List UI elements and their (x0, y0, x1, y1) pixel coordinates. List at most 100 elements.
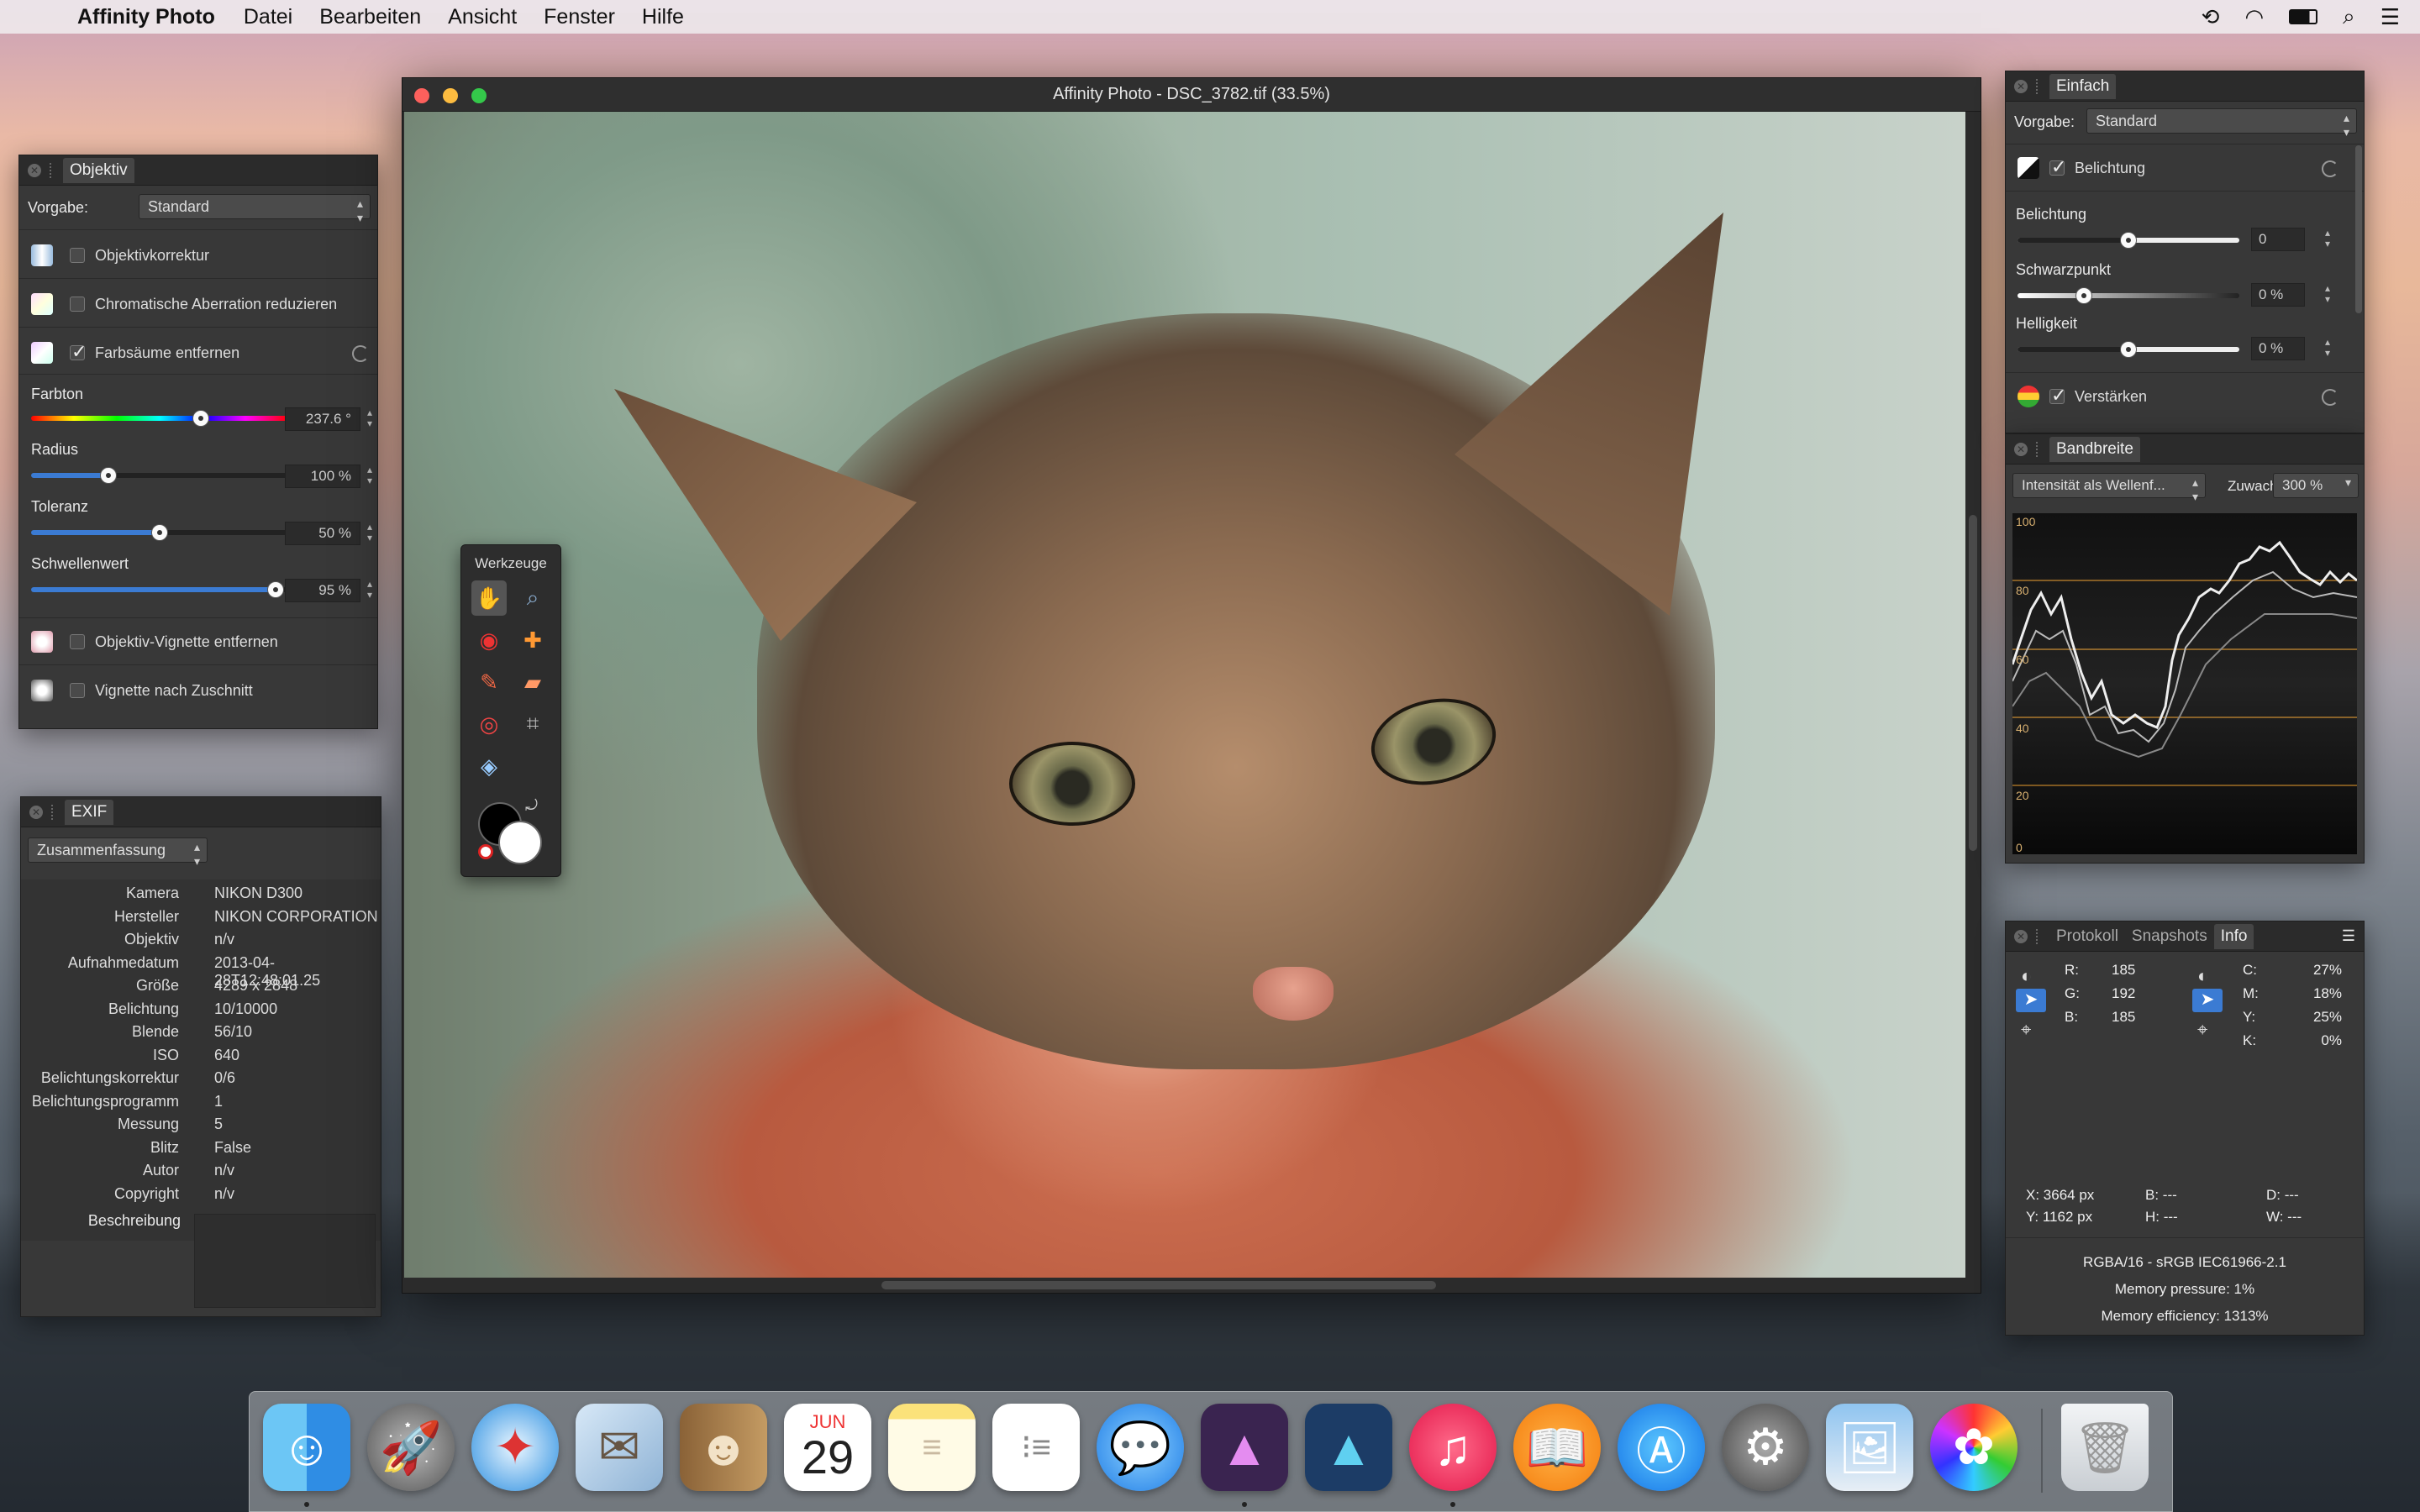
grip-icon[interactable] (2036, 78, 2043, 94)
horizontal-scrollbar[interactable] (881, 1281, 1436, 1289)
trash-icon[interactable]: 🗑 (2061, 1404, 2149, 1491)
safari-icon[interactable]: ✦ (471, 1404, 559, 1491)
color-picker-icon[interactable]: ◈ (471, 748, 507, 784)
option-chromatic-aberration[interactable]: Chromatische Aberration reduzieren (19, 291, 377, 317)
close-icon[interactable]: ✕ (28, 163, 41, 177)
farbton-stepper[interactable]: ▴ ▾ (362, 407, 377, 431)
clone-tool-icon[interactable]: ◎ (471, 706, 507, 742)
tab-snapshots[interactable]: Snapshots (2125, 924, 2214, 949)
hand-tool-icon[interactable]: ✋ (471, 580, 507, 616)
grip-icon[interactable] (50, 162, 56, 178)
radius-slider[interactable] (31, 467, 288, 484)
zoom-window-button[interactable] (471, 88, 487, 103)
belichtung-slider[interactable] (2018, 232, 2239, 249)
spotlight-icon[interactable]: ⌕ (2343, 3, 2355, 30)
option-objektivkorrektur[interactable]: Objektivkorrektur (19, 243, 377, 268)
tab-einfach[interactable]: Einfach (2049, 73, 2117, 99)
healing-brush-icon[interactable]: ✚ (515, 622, 550, 658)
secondary-color-swatch[interactable] (498, 821, 542, 864)
schwarzpunkt-stepper[interactable]: ▴ ▾ (2320, 283, 2335, 307)
preview-icon[interactable]: 🖼 (1826, 1404, 1913, 1491)
beschreibung-field[interactable] (194, 1214, 376, 1308)
close-icon[interactable]: ✕ (2014, 442, 2028, 456)
photo-canvas[interactable] (404, 112, 1965, 1278)
reset-icon[interactable] (2322, 160, 2338, 177)
tab-protokoll[interactable]: Protokoll (2049, 924, 2125, 949)
system-preferences-icon[interactable]: ⚙ (1722, 1404, 1809, 1491)
notification-center-icon[interactable]: ☰ (2381, 4, 2400, 30)
helligkeit-field[interactable]: 0 % (2251, 337, 2305, 360)
toleranz-knob[interactable] (151, 524, 168, 541)
paint-brush-icon[interactable]: ✎ (471, 664, 507, 700)
toleranz-stepper[interactable]: ▴ ▾ (362, 522, 377, 545)
affinity-designer-icon[interactable]: ▲ (1305, 1404, 1392, 1491)
toleranz-slider[interactable] (31, 524, 288, 541)
grip-icon[interactable] (2036, 928, 2043, 944)
chromatic-aberration-checkbox[interactable] (70, 297, 85, 312)
color-readout-icon[interactable]: ◐ (2021, 965, 2032, 987)
zoom-select[interactable]: 300 % ▾ (2273, 473, 2359, 498)
notes-icon[interactable]: ≡ (888, 1404, 976, 1491)
crop-tool-icon[interactable]: ⌗ (515, 706, 550, 742)
radius-stepper[interactable]: ▴ ▾ (362, 465, 377, 488)
belichtung-knob[interactable] (2120, 232, 2137, 249)
reminders-icon[interactable]: ⁝≡ (992, 1404, 1080, 1491)
close-window-button[interactable] (414, 88, 429, 103)
menu-hilfe[interactable]: Hilfe (642, 5, 684, 29)
pointer-target-icon[interactable]: ➤ (2016, 989, 2046, 1012)
exif-mode-select[interactable]: Zusammenfassung ▴ ▾ (28, 837, 208, 868)
close-icon[interactable]: ✕ (29, 805, 43, 819)
farbton-slider[interactable] (31, 410, 288, 427)
farbsaeume-checkbox[interactable] (70, 341, 87, 363)
schwellenwert-stepper[interactable]: ▴ ▾ (362, 579, 377, 602)
menu-fenster[interactable]: Fenster (544, 5, 615, 29)
reset-icon[interactable] (352, 345, 369, 362)
option-farbsaeume[interactable]: Farbsäume entfernen (19, 340, 377, 365)
battery-icon[interactable] (2289, 9, 2318, 24)
tab-info[interactable]: Info (2213, 923, 2254, 949)
belichtung-field[interactable]: 0 (2251, 228, 2305, 251)
radius-field[interactable]: 100 % (285, 465, 360, 488)
affinity-photo-icon[interactable]: ▲ (1201, 1404, 1288, 1491)
preset-select[interactable]: Standard ▴ ▾ (2086, 108, 2357, 139)
grip-icon[interactable] (51, 804, 58, 820)
farbton-field[interactable]: 237.6 ° (285, 407, 360, 431)
finder-icon[interactable]: ☺ (263, 1404, 350, 1491)
belichtung-stepper[interactable]: ▴ ▾ (2320, 228, 2335, 251)
helligkeit-slider[interactable] (2018, 341, 2239, 358)
tab-exif[interactable]: EXIF (65, 799, 114, 825)
schwellenwert-slider[interactable] (31, 581, 288, 598)
zoom-tool-icon[interactable]: ⌕ (515, 580, 550, 616)
menu-bearbeiten[interactable]: Bearbeiten (319, 5, 421, 29)
itunes-icon[interactable]: ♫ (1409, 1404, 1497, 1491)
grip-icon[interactable] (2036, 441, 2043, 457)
toleranz-field[interactable]: 50 % (285, 522, 360, 545)
helligkeit-stepper[interactable]: ▴ ▾ (2320, 337, 2335, 360)
objektivkorrektur-checkbox[interactable] (70, 248, 85, 263)
vignette-checkbox[interactable] (70, 634, 85, 649)
close-icon[interactable]: ✕ (2014, 79, 2028, 93)
preset-select[interactable]: Standard ▴ ▾ (139, 194, 371, 224)
blemish-tool-icon[interactable]: ▰ (515, 664, 550, 700)
schwarzpunkt-slider[interactable] (2018, 287, 2239, 304)
time-machine-icon[interactable]: ⟲ (2202, 4, 2220, 30)
red-eye-tool-icon[interactable]: ◉ (471, 622, 507, 658)
panel-scrollbar[interactable] (2355, 145, 2362, 313)
mail-icon[interactable]: ✉ (576, 1404, 663, 1491)
verstaerken-section-checkbox[interactable] (2049, 385, 2066, 407)
wifi-icon[interactable]: ◠ (2244, 4, 2264, 30)
color-readout-icon-2[interactable]: ◐ (2197, 965, 2208, 987)
tab-objektiv[interactable]: Objektiv (63, 157, 134, 183)
scope-mode-select[interactable]: Intensität als Wellenf... ▴ ▾ (2012, 473, 2206, 503)
contacts-icon[interactable]: ☻ (680, 1404, 767, 1491)
option-vignette[interactable]: Objektiv-Vignette entfernen (19, 629, 377, 654)
pointer-target-icon-2[interactable]: ➤ (2192, 989, 2223, 1012)
helligkeit-knob[interactable] (2120, 341, 2137, 358)
launchpad-icon[interactable]: 🚀 (367, 1404, 455, 1491)
no-color-icon[interactable] (478, 844, 493, 859)
crosshair-icon[interactable]: ⌖ (2021, 1019, 2031, 1041)
calendar-icon[interactable]: JUN 29 (784, 1404, 871, 1491)
schwellenwert-field[interactable]: 95 % (285, 579, 360, 602)
reset-icon[interactable] (2322, 389, 2338, 406)
crosshair-icon-2[interactable]: ⌖ (2197, 1019, 2207, 1041)
